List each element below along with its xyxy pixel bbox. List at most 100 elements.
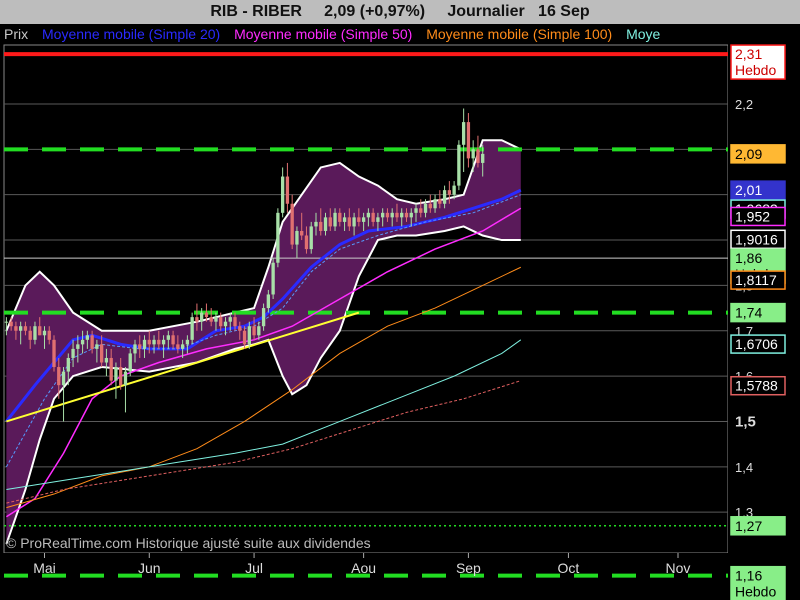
candle-body: [390, 212, 394, 218]
copyright-notice: © ProRealTime.com Historique ajusté suit…: [6, 535, 371, 551]
candle-body: [376, 217, 380, 222]
price-badge-value: 1,6706: [735, 336, 778, 352]
candle-body: [233, 317, 237, 327]
candle-body: [61, 371, 66, 386]
candle-body: [223, 321, 228, 327]
candle-body: [80, 339, 85, 345]
candle-body: [252, 326, 256, 336]
candle-body: [180, 344, 185, 349]
candle-body: [395, 212, 399, 218]
candle-body: [361, 217, 366, 222]
candle-body: [414, 208, 418, 213]
candle-body: [471, 149, 475, 159]
price-badge-value: 1,9016: [735, 231, 778, 247]
candle-body: [161, 339, 166, 345]
candle-body: [104, 357, 109, 363]
plot-area: [3, 44, 729, 554]
candle-body: [28, 330, 32, 340]
candle-body: [366, 212, 371, 218]
candle-body: [452, 185, 456, 195]
candle-body: [133, 344, 137, 354]
price-badge-sub: Hebdo: [735, 62, 776, 78]
candle-body: [19, 326, 23, 331]
candle-body: [481, 153, 485, 163]
candle-body: [195, 317, 199, 322]
x-tick-label: Jul: [245, 560, 263, 576]
candle-body: [357, 217, 361, 222]
candle-body: [428, 203, 432, 209]
y-tick-label: 1,4: [735, 460, 753, 475]
candle-body: [71, 348, 75, 358]
candle-body: [476, 149, 480, 163]
candle-body: [214, 317, 218, 322]
price-badge-value: 1,8117: [735, 272, 777, 288]
candle-body: [66, 357, 70, 372]
candle-body: [385, 212, 390, 218]
candle-body: [52, 339, 56, 368]
candle-body: [9, 321, 13, 327]
price-chart[interactable]: 1,31,41,51,61,71,81,922,102,22,31Hebdo2,…: [0, 0, 800, 600]
candle-body: [90, 335, 94, 349]
candle-body: [457, 144, 461, 186]
candle-body: [290, 203, 294, 245]
candle-body: [285, 176, 290, 204]
candle-body: [123, 371, 128, 386]
price-badge-value: 2,01: [735, 182, 762, 198]
candle-body: [423, 203, 428, 213]
candle-body: [109, 357, 113, 381]
candle-body: [171, 335, 175, 345]
candle-body: [138, 344, 142, 349]
candle-body: [14, 326, 18, 331]
candle-body: [247, 326, 251, 345]
candle-body: [47, 330, 51, 340]
candle-body: [166, 335, 170, 340]
candle-body: [319, 221, 323, 231]
candle-body: [33, 326, 37, 340]
candle-body: [342, 217, 347, 222]
price-badge-value: 2,31: [735, 46, 762, 62]
candle-body: [433, 199, 437, 209]
x-tick-label: Mai: [33, 560, 56, 576]
candle-body: [347, 217, 351, 227]
price-badge-value: 1,16: [735, 568, 762, 584]
candle-body: [381, 212, 385, 218]
candle-body: [128, 353, 132, 372]
price-badge-value: 1,86: [735, 250, 762, 266]
candle-body: [438, 199, 442, 204]
legend-item-price: Prix: [4, 26, 29, 42]
x-tick-label: Sep: [456, 560, 481, 576]
candle-body: [152, 339, 156, 345]
candle-body: [57, 367, 61, 386]
candle-body: [157, 339, 161, 345]
candle-body: [95, 344, 99, 349]
candle-body: [352, 217, 356, 227]
y-tick-label: 1,5: [735, 413, 756, 430]
candle-body: [38, 326, 42, 336]
candle-body: [204, 312, 209, 318]
candle-body: [238, 326, 242, 331]
candle-body: [99, 344, 104, 363]
legend-item-sma-other: Moye: [626, 26, 661, 42]
legend: Prix Moyenne mobile (Simple 20) Moyenne …: [4, 24, 728, 44]
candle-body: [42, 330, 47, 336]
candle-body: [266, 294, 271, 309]
price-badge-value: 1,952: [735, 208, 770, 224]
legend-item-sma100: Moyenne mobile (Simple 100): [426, 26, 613, 42]
candle-body: [314, 221, 318, 227]
price-badge-value: 1,27: [735, 518, 762, 534]
candle-body: [147, 339, 151, 345]
candle-body: [228, 317, 232, 322]
candle-body: [304, 235, 309, 250]
candle-body: [76, 344, 80, 349]
candle-body: [300, 230, 304, 236]
candle-body: [323, 217, 328, 231]
price-badge-sub: Hebdo: [735, 584, 776, 600]
price-badge-value: 2,09: [735, 146, 762, 162]
x-tick-label: Aou: [351, 560, 376, 576]
candle-body: [176, 344, 180, 349]
candle-body: [200, 312, 204, 322]
candle-body: [219, 317, 223, 327]
x-tick-label: Nov: [666, 560, 691, 576]
candle-body: [271, 262, 275, 295]
legend-item-sma20: Moyenne mobile (Simple 20): [42, 26, 221, 42]
